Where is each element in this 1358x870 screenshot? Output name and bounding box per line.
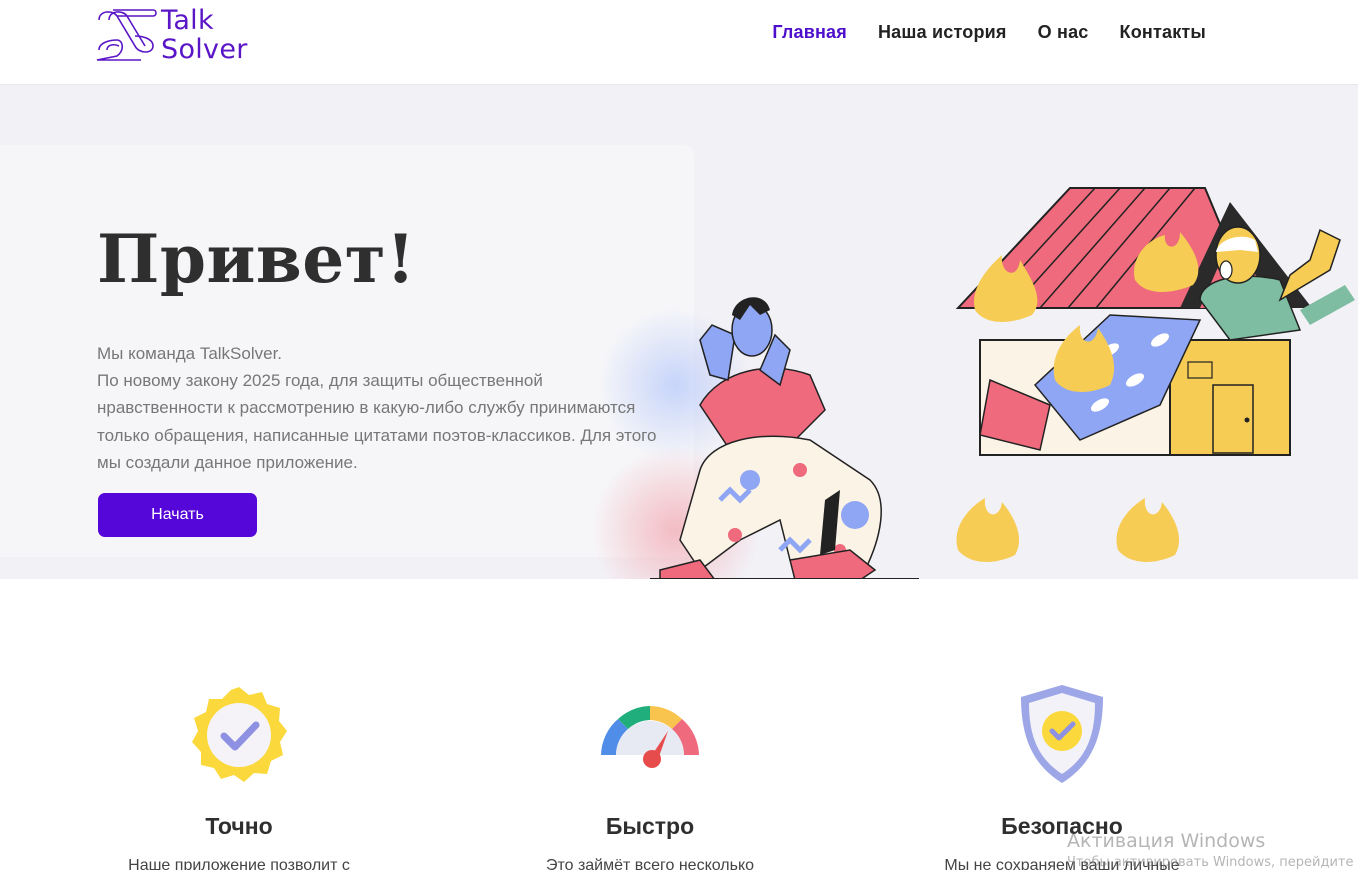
- site-header: Talk Solver Главная Наша история О нас К…: [0, 0, 1358, 85]
- windows-activation-watermark: Активация Windows Чтобы активировать Win…: [1067, 830, 1354, 870]
- verified-badge-icon: [192, 687, 287, 782]
- hero-body: По новому закону 2025 года, для защиты о…: [97, 371, 657, 472]
- feature-fast-text: Это займёт всего несколько: [545, 857, 755, 870]
- feature-accurate-title: Точно: [205, 813, 273, 839]
- feature-fast-title: Быстро: [605, 813, 695, 839]
- hero-intro: Мы команда TalkSolver.: [97, 344, 283, 363]
- nav-our-story[interactable]: Наша история: [878, 22, 1007, 43]
- running-person: [659, 297, 882, 579]
- logo-text: Talk Solver: [161, 6, 248, 64]
- hero-illustration: [659, 187, 1355, 579]
- hero-title: Привет!: [97, 220, 416, 298]
- watermark-subtitle: Чтобы активировать Windows, перейдите: [1067, 855, 1354, 870]
- house: [955, 187, 1355, 456]
- nav-home[interactable]: Главная: [772, 22, 847, 43]
- feature-accurate-text: Наше приложение позволит с: [128, 857, 350, 870]
- shield-check-icon: [1021, 685, 1103, 783]
- watermark-title: Активация Windows: [1067, 830, 1266, 852]
- logo-line1: Talk: [161, 5, 214, 36]
- main-nav: Главная Наша история О нас Контакты: [772, 22, 1206, 43]
- nav-about[interactable]: О нас: [1038, 22, 1089, 43]
- start-button[interactable]: Начать: [98, 493, 257, 537]
- hero-section: Привет! Мы команда TalkSolver. По новому…: [0, 85, 1358, 579]
- features-section: Точно Наше приложение позволит с Быстро …: [0, 579, 1358, 870]
- logo[interactable]: Talk Solver: [95, 5, 248, 65]
- logo-line2: Solver: [161, 34, 248, 65]
- logo-icon: [96, 9, 157, 61]
- speedometer-icon: [601, 706, 699, 768]
- hero-description: Мы команда TalkSolver. По новому закону …: [97, 340, 657, 476]
- nav-contacts[interactable]: Контакты: [1120, 22, 1206, 43]
